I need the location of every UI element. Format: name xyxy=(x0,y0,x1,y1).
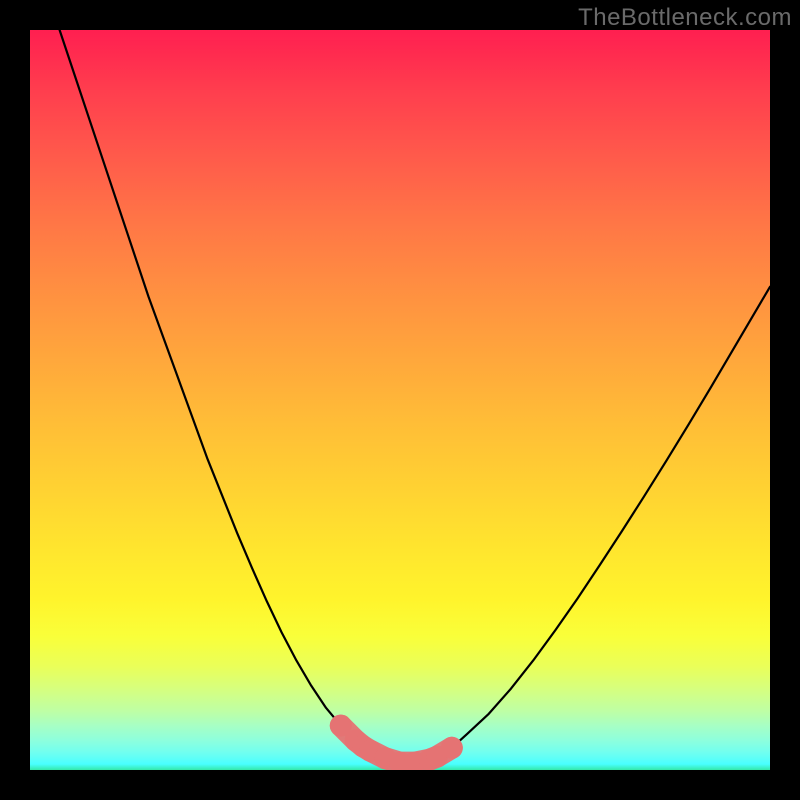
highlight-dot xyxy=(441,737,463,759)
curve-layer xyxy=(30,30,770,770)
plot-area xyxy=(30,30,770,770)
attribution-label: TheBottleneck.com xyxy=(578,4,792,32)
chart-frame: TheBottleneck.com xyxy=(0,0,800,800)
bottleneck-curve xyxy=(60,30,770,763)
